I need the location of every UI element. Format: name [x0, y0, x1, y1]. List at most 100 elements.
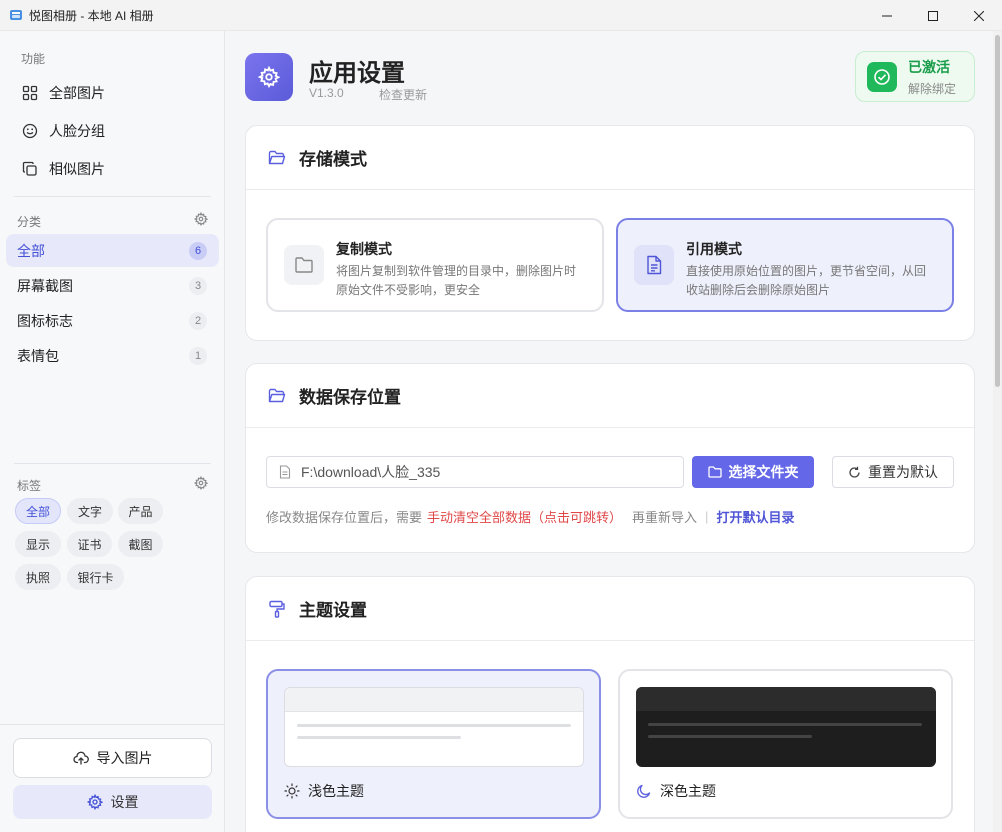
card-title: 存储模式: [299, 150, 367, 169]
folder-open-icon: [268, 388, 286, 402]
dark-theme-label: 深色主题: [660, 783, 716, 799]
choose-folder-button[interactable]: 选择文件夹: [692, 456, 814, 488]
card-title: 数据保存位置: [299, 388, 401, 407]
mode-title: 引用模式: [686, 241, 742, 257]
category-settings-icon[interactable]: [193, 211, 209, 229]
tag-chip[interactable]: 产品: [118, 498, 163, 524]
reference-mode-option[interactable]: 引用模式 直接使用原始位置的图片，更节省空间，从回收站删除后会删除原始图片: [616, 218, 954, 312]
refresh-icon: [849, 466, 860, 478]
activation-status: 已激活 解除绑定: [855, 51, 975, 102]
divider: [14, 196, 211, 197]
sidebar-item-face-groups[interactable]: 人脸分组: [8, 114, 213, 148]
category-count-badge: 1: [189, 346, 207, 365]
grid-icon: [22, 85, 38, 101]
category-item-stickers[interactable]: 表情包 1: [6, 339, 219, 372]
category-count-badge: 2: [189, 311, 207, 330]
settings-label: 设置: [110, 794, 139, 810]
reset-default-label: 重置为默认: [868, 464, 938, 480]
category-label: 屏幕截图: [17, 277, 73, 294]
file-icon: [279, 465, 291, 479]
open-default-dir-link[interactable]: 打开默认目录: [716, 507, 794, 526]
moon-icon: [637, 784, 651, 798]
tag-chip-all[interactable]: 全部: [15, 498, 61, 524]
copy-icon: [22, 161, 37, 176]
category-label: 图标标志: [17, 312, 73, 329]
scrollbar-thumb[interactable]: [995, 35, 1000, 387]
settings-button[interactable]: 设置: [13, 785, 212, 819]
unbind-link[interactable]: 解除绑定: [908, 80, 956, 97]
upload-icon: [72, 751, 89, 765]
page-title: 应用设置: [309, 60, 405, 87]
card-title: 主题设置: [299, 601, 367, 620]
category-item-icons-logos[interactable]: 图标标志 2: [6, 304, 219, 337]
hint-prefix: 修改数据保存位置后，需要: [266, 510, 423, 525]
sidebar-item-label: 相似图片: [49, 161, 105, 177]
minimize-icon: [882, 15, 892, 16]
category-label: 全部: [17, 242, 45, 259]
mode-description: 直接使用原始位置的图片，更节省空间，从回收站删除后会删除原始图片: [686, 264, 927, 297]
maximize-button[interactable]: [910, 0, 956, 31]
tag-chip[interactable]: 证书: [67, 531, 112, 557]
divider: [14, 463, 211, 464]
category-item-all[interactable]: 全部 6: [6, 234, 219, 267]
categories-heading: 分类: [17, 215, 42, 229]
tag-chip[interactable]: 截图: [118, 531, 163, 557]
tag-chip[interactable]: 银行卡: [67, 564, 124, 590]
dark-theme-preview: [636, 687, 936, 767]
light-theme-preview: [284, 687, 584, 767]
gear-icon: [258, 66, 280, 88]
tag-chip[interactable]: 显示: [15, 531, 61, 557]
light-theme-label: 浅色主题: [308, 783, 364, 799]
clear-all-data-link[interactable]: 手动清空全部数据（点击可跳转）: [427, 507, 622, 526]
choose-folder-label: 选择文件夹: [728, 464, 799, 480]
data-location-hint: 修改数据保存位置后，需要 手动清空全部数据（点击可跳转） 再重新导入 | 打开默…: [266, 507, 794, 526]
sidebar-footer: 导入图片 设置: [0, 724, 225, 832]
light-theme-option[interactable]: 浅色主题: [266, 669, 601, 819]
tag-chip[interactable]: 文字: [67, 498, 113, 524]
window-title: 悦图相册 - 本地 AI 相册: [29, 8, 154, 23]
sidebar-item-all-images[interactable]: 全部图片: [8, 76, 213, 110]
file-text-icon: [634, 245, 674, 285]
sidebar-item-label: 全部图片: [49, 85, 105, 101]
hint-separator: |: [705, 509, 709, 524]
hint-suffix: 再重新导入: [632, 510, 698, 525]
reset-default-button[interactable]: 重置为默认: [832, 456, 954, 488]
check-circle-icon: [867, 61, 897, 92]
title-bar: 悦图相册 - 本地 AI 相册: [0, 0, 1002, 31]
folder-icon: [707, 466, 722, 478]
category-count-badge: 6: [189, 241, 207, 260]
category-count-badge: 3: [189, 276, 207, 295]
category-item-screenshots[interactable]: 屏幕截图 3: [6, 269, 219, 302]
check-update-link[interactable]: 检查更新: [379, 86, 427, 103]
paint-roller-icon: [269, 600, 285, 618]
category-label: 表情包: [17, 347, 59, 364]
copy-mode-option[interactable]: 复制模式 将图片复制到软件管理的目录中，删除图片时原始文件不受影响，更安全: [266, 218, 604, 312]
theme-settings-card: 主题设置 浅色主题 深色主题: [245, 576, 975, 832]
maximize-icon: [928, 10, 938, 21]
data-path-field[interactable]: F:\download\人脸_335: [266, 456, 684, 488]
smile-icon: [22, 123, 38, 139]
dark-theme-option[interactable]: 深色主题: [618, 669, 953, 819]
tag-chip[interactable]: 执照: [15, 564, 61, 590]
data-location-card: 数据保存位置 F:\download\人脸_335 选择文件夹 重置为默认 修改…: [245, 363, 975, 553]
app-logo-icon: [9, 8, 23, 22]
mode-description: 将图片复制到软件管理的目录中，删除图片时原始文件不受影响，更安全: [336, 264, 577, 297]
close-button[interactable]: [956, 0, 1002, 31]
sidebar: 功能 全部图片 人脸分组 相似图片 分类 全部 6 屏幕截图 3 图标标志 2 …: [0, 31, 225, 832]
minimize-button[interactable]: [864, 0, 910, 31]
sidebar-item-similar-images[interactable]: 相似图片: [8, 152, 213, 186]
storage-mode-card: 存储模式 复制模式 将图片复制到软件管理的目录中，删除图片时原始文件不受影响，更…: [245, 125, 975, 341]
tag-settings-icon[interactable]: [193, 475, 209, 493]
vertical-scrollbar[interactable]: [993, 31, 1002, 832]
tags-heading: 标签: [17, 479, 42, 493]
activation-title: 已激活: [908, 58, 950, 75]
import-label: 导入图片: [96, 750, 153, 766]
import-images-button[interactable]: 导入图片: [13, 738, 212, 778]
gear-icon: [86, 794, 103, 810]
data-path-value: F:\download\人脸_335: [301, 464, 441, 480]
sun-icon: [284, 783, 300, 799]
version-text: V1.3.0: [309, 86, 344, 100]
sidebar-item-label: 人脸分组: [49, 123, 105, 139]
settings-page: 应用设置 V1.3.0 检查更新 已激活 解除绑定 存储模式 复制模式 将图片复…: [226, 31, 992, 832]
folder-icon: [284, 245, 324, 285]
